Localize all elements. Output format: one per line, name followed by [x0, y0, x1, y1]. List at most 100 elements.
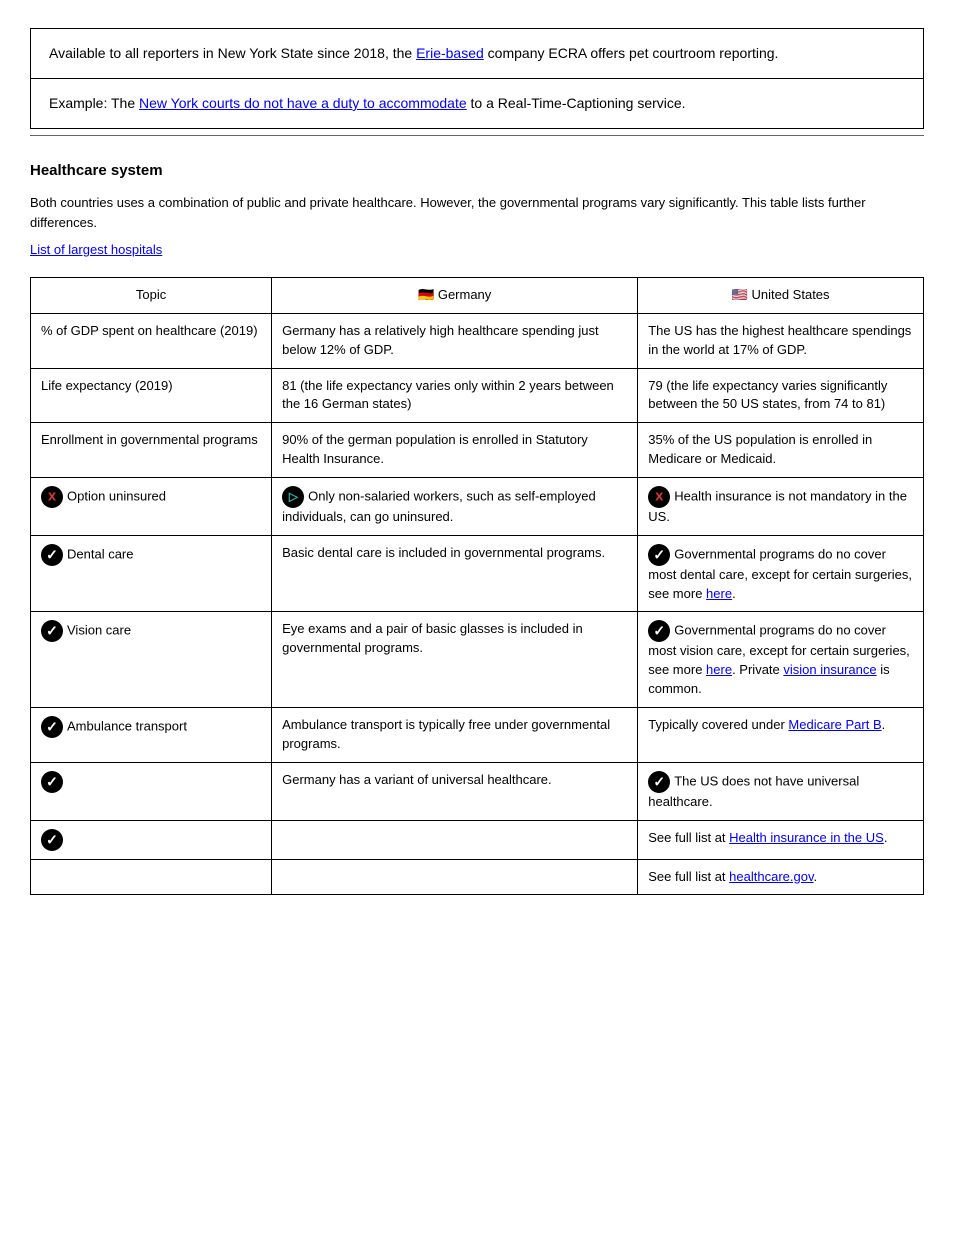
- de-text: Basic dental care is included in governm…: [282, 545, 605, 560]
- separator: [30, 135, 924, 136]
- maybe-icon: [282, 486, 304, 508]
- yes-icon: [648, 771, 670, 793]
- us-text: The US has the highest healthcare spendi…: [648, 323, 911, 357]
- germany-cell: Germany has a variant of universal healt…: [272, 762, 638, 820]
- list-of-hospitals-link[interactable]: List of largest hospitals: [30, 242, 162, 257]
- us-text: 35% of the US population is enrolled in …: [648, 432, 872, 466]
- us-cell: Typically covered under Medicare Part B.: [638, 707, 924, 762]
- us-cell: Governmental programs do no cover most d…: [638, 535, 924, 612]
- table-row: Dental care Basic dental care is included…: [31, 535, 924, 612]
- yes-icon: [648, 544, 670, 566]
- col-header-us: 🇺🇸 United States: [638, 278, 924, 314]
- table-row: Vision care Eye exams and a pair of basic…: [31, 612, 924, 708]
- us-text: 79 (the life expectancy varies significa…: [648, 378, 887, 412]
- us-text-after: . Private: [732, 662, 783, 677]
- topic-cell: % of GDP spent on healthcare (2019): [31, 313, 272, 368]
- yes-icon: [41, 829, 63, 851]
- topic-text: Enrollment in governmental programs: [41, 432, 258, 447]
- us-text: Typically covered under: [648, 717, 788, 732]
- de-text: Germany has a relatively high healthcare…: [282, 323, 599, 357]
- flag-us-icon: 🇺🇸: [732, 287, 748, 302]
- topic-text: Life expectancy (2019): [41, 378, 173, 393]
- excerpt-2-link[interactable]: New York courts do not have a duty to ac…: [139, 95, 467, 111]
- germany-cell: Ambulance transport is typically free un…: [272, 707, 638, 762]
- topic-cell: Option uninsured: [31, 477, 272, 535]
- us-link[interactable]: here: [706, 586, 732, 601]
- excerpt-2-suffix: to a Real-Time-Captioning service.: [471, 95, 686, 111]
- col-header-topic: Topic: [31, 278, 272, 314]
- topic-text: Ambulance transport: [67, 718, 187, 733]
- us-text-after: .: [814, 869, 818, 884]
- us-cell: Governmental programs do no cover most v…: [638, 612, 924, 708]
- topic-cell: Dental care: [31, 535, 272, 612]
- excerpt-2-prefix: Example: The: [49, 95, 139, 111]
- excerpt-1-prefix: Available to all reporters in New York S…: [49, 45, 416, 61]
- topic-text: Option uninsured: [67, 488, 166, 503]
- section-title: Healthcare system: [30, 162, 924, 179]
- topic-text: Vision care: [67, 623, 131, 638]
- us-text: Governmental programs do no cover most d…: [648, 546, 912, 600]
- germany-cell: Only non-salaried workers, such as self-…: [272, 477, 638, 535]
- us-text: The US does not have universal healthcar…: [648, 773, 859, 809]
- col-header-germany: 🇩🇪 Germany: [272, 278, 638, 314]
- germany-cell: Eye exams and a pair of basic glasses is…: [272, 612, 638, 708]
- us-link[interactable]: here: [706, 662, 732, 677]
- excerpt-1-link[interactable]: Erie-based: [416, 45, 484, 61]
- topic-cell: Ambulance transport: [31, 707, 272, 762]
- us-link[interactable]: healthcare.gov: [729, 869, 813, 884]
- topic-cell: [31, 820, 272, 859]
- us-text: Health insurance is not mandatory in the…: [648, 488, 907, 524]
- de-text: Only non-salaried workers, such as self-…: [282, 488, 596, 524]
- table-row: Germany has a variant of universal healt…: [31, 762, 924, 820]
- table-row: Option uninsured Only non-salaried worker…: [31, 477, 924, 535]
- us-cell: 35% of the US population is enrolled in …: [638, 423, 924, 478]
- germany-cell: [272, 859, 638, 895]
- topic-text: Dental care: [67, 546, 133, 561]
- germany-cell: 81 (the life expectancy varies only with…: [272, 368, 638, 423]
- germany-cell: [272, 820, 638, 859]
- de-text: Eye exams and a pair of basic glasses is…: [282, 621, 583, 655]
- table-row: Enrollment in governmental programs 90% o…: [31, 423, 924, 478]
- yes-icon: [41, 716, 63, 738]
- table-row: Ambulance transport Ambulance transport i…: [31, 707, 924, 762]
- excerpt-row-1: Available to all reporters in New York S…: [31, 29, 923, 78]
- table-row: Life expectancy (2019) 81 (the life expec…: [31, 368, 924, 423]
- no-icon: [648, 486, 670, 508]
- topic-cell: Enrollment in governmental programs: [31, 423, 272, 478]
- excerpt-row-2: Example: The New York courts do not have…: [31, 78, 923, 128]
- us-cell: The US has the highest healthcare spendi…: [638, 313, 924, 368]
- us-text-after: .: [732, 586, 736, 601]
- table-row: See full list at Health insurance in the…: [31, 820, 924, 859]
- flag-de-icon: 🇩🇪: [418, 287, 434, 302]
- yes-icon: [41, 620, 63, 642]
- germany-cell: Basic dental care is included in governm…: [272, 535, 638, 612]
- us-cell: 79 (the life expectancy varies significa…: [638, 368, 924, 423]
- germany-cell: Germany has a relatively high healthcare…: [272, 313, 638, 368]
- topic-cell: [31, 762, 272, 820]
- de-text: Ambulance transport is typically free un…: [282, 717, 610, 751]
- us-link-2[interactable]: vision insurance: [783, 662, 876, 677]
- table-row: See full list at healthcare.gov.: [31, 859, 924, 895]
- topic-text: % of GDP spent on healthcare (2019): [41, 323, 258, 338]
- us-cell: See full list at healthcare.gov.: [638, 859, 924, 895]
- excerpt-1-suffix: company ECRA offers pet courtroom report…: [488, 45, 779, 61]
- topic-cell: Vision care: [31, 612, 272, 708]
- germany-cell: 90% of the german population is enrolled…: [272, 423, 638, 478]
- topic-cell: Life expectancy (2019): [31, 368, 272, 423]
- table-row: % of GDP spent on healthcare (2019) Germa…: [31, 313, 924, 368]
- comparison-table: Topic 🇩🇪 Germany 🇺🇸 United States % of G…: [30, 277, 924, 895]
- yes-icon: [648, 620, 670, 642]
- us-link[interactable]: Medicare Part B: [788, 717, 881, 732]
- us-text: See full list at: [648, 830, 729, 845]
- topic-cell: [31, 859, 272, 895]
- us-text-after: .: [884, 830, 888, 845]
- us-link[interactable]: Health insurance in the US: [729, 830, 884, 845]
- us-text: See full list at: [648, 869, 729, 884]
- lead-paragraph: Both countries uses a combination of pub…: [30, 193, 924, 232]
- us-cell: See full list at Health insurance in the…: [638, 820, 924, 859]
- yes-icon: [41, 544, 63, 566]
- excerpt-box: Available to all reporters in New York S…: [30, 28, 924, 129]
- no-icon: [41, 486, 63, 508]
- us-cell: The US does not have universal healthcar…: [638, 762, 924, 820]
- de-text: 81 (the life expectancy varies only with…: [282, 378, 614, 412]
